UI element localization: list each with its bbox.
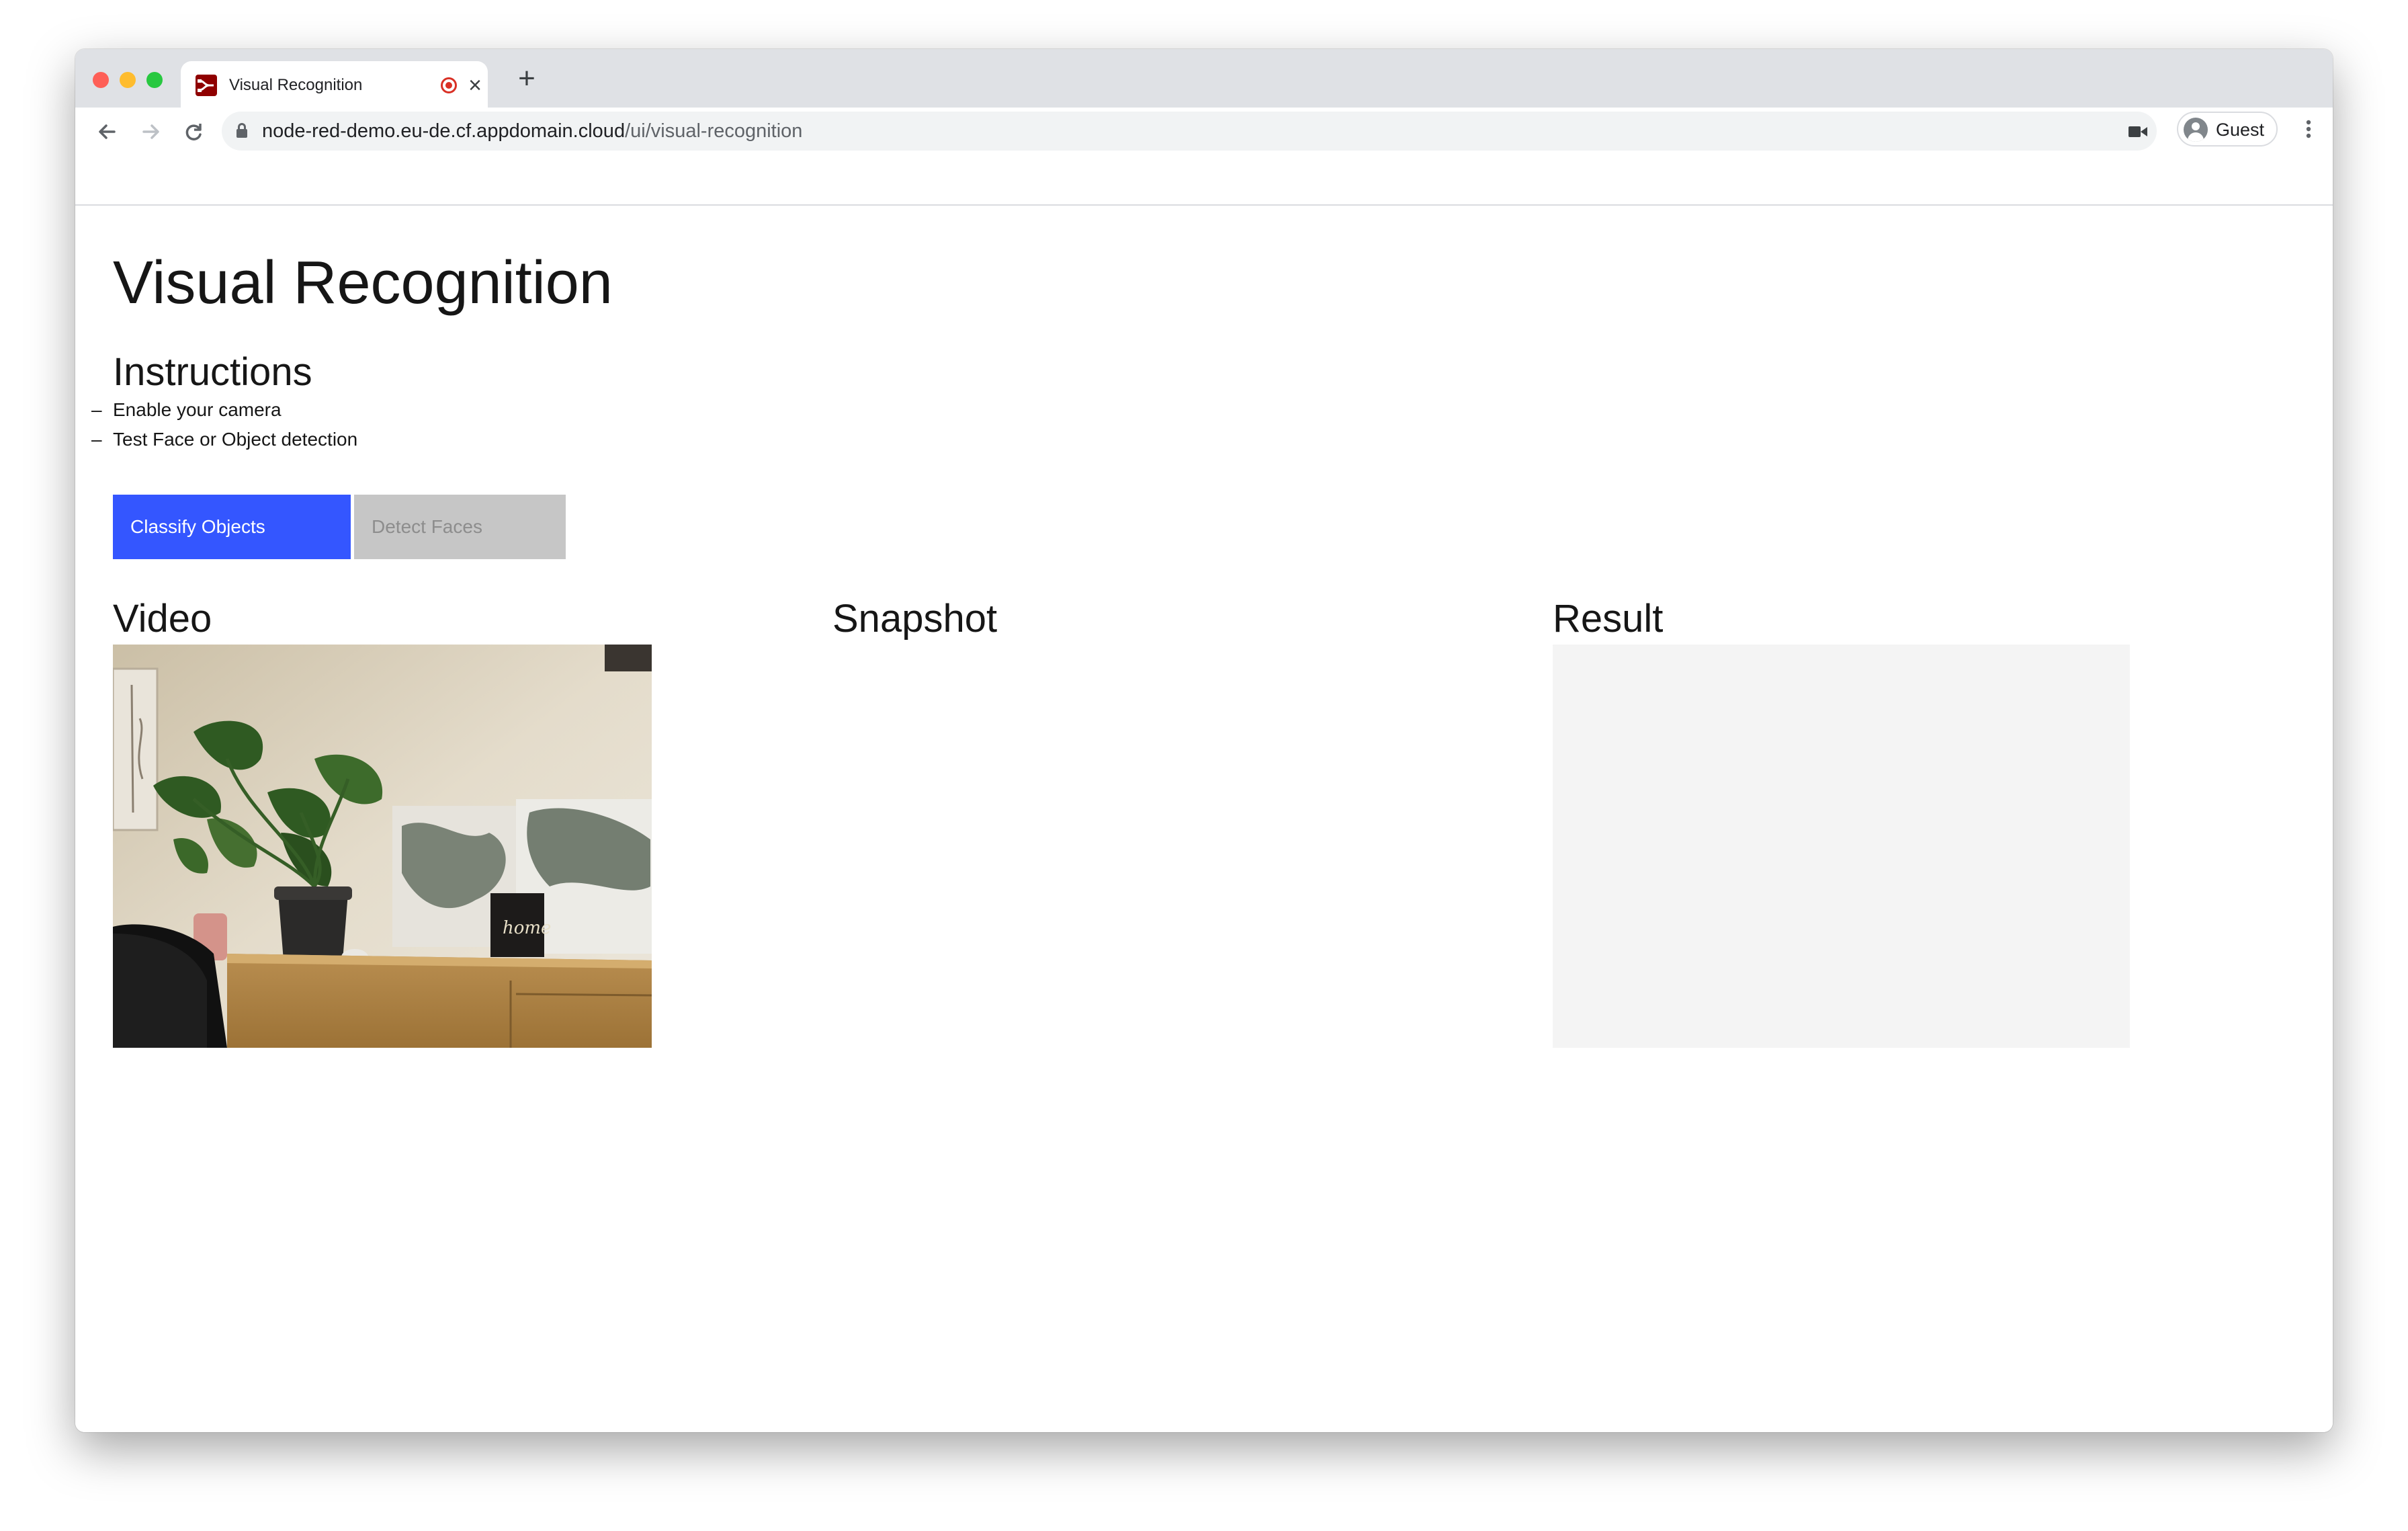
recording-icon <box>441 77 457 93</box>
tab-title: Visual Recognition <box>229 76 363 94</box>
node-red-favicon <box>196 75 217 96</box>
close-icon[interactable]: × <box>463 73 487 97</box>
result-heading: Result <box>1553 597 1664 640</box>
minimize-window-button[interactable] <box>120 72 136 88</box>
lock-icon[interactable] <box>236 123 247 138</box>
detect-faces-button[interactable]: Detect Faces <box>354 495 566 559</box>
kebab-menu-icon[interactable] <box>2295 114 2322 144</box>
instruction-bullet: – <box>91 399 102 420</box>
tab-visual-recognition[interactable]: Visual Recognition × <box>181 61 488 108</box>
reload-icon[interactable] <box>176 114 211 149</box>
instruction-text: Enable your camera <box>113 399 282 420</box>
close-window-button[interactable] <box>93 72 109 88</box>
instructions-list: – Enable your camera – Test Face or Object… <box>91 397 357 456</box>
instruction-item: – Test Face or Object detection <box>91 426 357 456</box>
address-bar[interactable]: node-red-demo.eu-de.cf.appdomain.cloud/u… <box>222 112 2157 151</box>
camera-icon[interactable] <box>2128 125 2149 138</box>
page-title: Visual Recognition <box>113 249 613 317</box>
new-tab-button[interactable]: + <box>512 64 542 93</box>
browser-window: Visual Recognition × + node-red-demo.eu-… <box>75 49 2333 1432</box>
profile-button[interactable]: Guest <box>2177 112 2278 147</box>
instructions-heading: Instructions <box>113 350 312 394</box>
instruction-text: Test Face or Object detection <box>113 429 358 450</box>
result-panel <box>1553 645 2130 1048</box>
profile-label: Guest <box>2216 120 2265 140</box>
snapshot-heading: Snapshot <box>832 597 998 640</box>
home-sign-text: home <box>503 918 551 938</box>
back-arrow-icon[interactable] <box>90 114 125 149</box>
browser-toolbar: node-red-demo.eu-de.cf.appdomain.cloud/u… <box>75 108 2333 206</box>
avatar-icon <box>2184 118 2208 142</box>
maximize-window-button[interactable] <box>146 72 163 88</box>
url-path: /ui/visual-recognition <box>625 120 803 142</box>
instruction-bullet: – <box>91 429 102 450</box>
video-heading: Video <box>113 597 212 640</box>
url-text: node-red-demo.eu-de.cf.appdomain.cloud/u… <box>262 120 802 142</box>
forward-arrow-icon[interactable] <box>133 114 168 149</box>
page-content: Visual Recognition Instructions – Enable … <box>75 206 2333 1432</box>
tab-strip: Visual Recognition × + <box>75 49 2333 108</box>
url-host: node-red-demo.eu-de.cf.appdomain.cloud <box>262 120 626 142</box>
classify-objects-button[interactable]: Classify Objects <box>113 495 351 559</box>
video-feed: home <box>113 645 652 1048</box>
video-frame-image: home <box>113 645 652 1048</box>
instruction-item: – Enable your camera <box>91 397 357 426</box>
